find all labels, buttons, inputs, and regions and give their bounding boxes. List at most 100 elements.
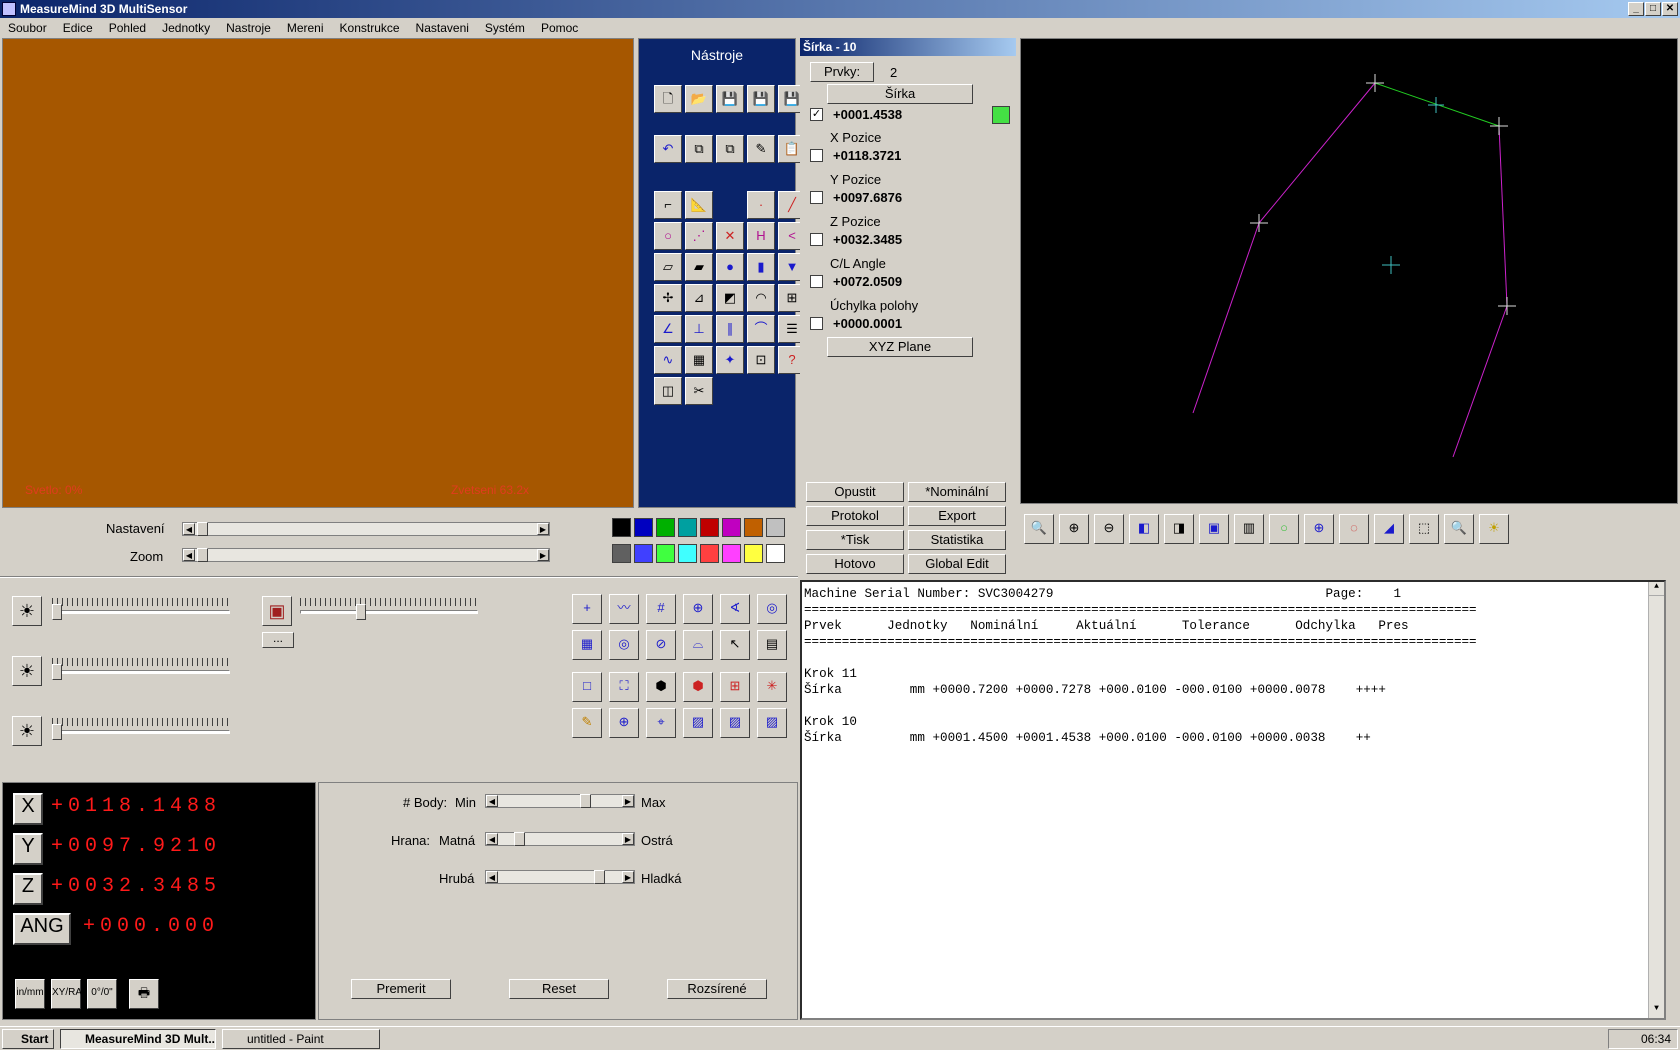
image-icon[interactable]: ▨ (683, 708, 713, 738)
angle-target-icon[interactable]: ∢ (720, 594, 750, 624)
wave-icon[interactable]: 〰 (609, 594, 639, 624)
back-light-icon[interactable]: ☀ (12, 716, 42, 746)
color-swatch[interactable] (744, 544, 763, 563)
color-swatch[interactable] (678, 544, 697, 563)
export-button[interactable]: Export (908, 506, 1006, 526)
triangle-ruler-icon[interactable]: ◢ (1374, 514, 1404, 544)
distance-icon[interactable]: ⋰ (685, 222, 713, 250)
color-swatch[interactable] (722, 544, 741, 563)
red-blob-icon[interactable]: ⬢ (683, 672, 713, 702)
coord-toggle-icon[interactable]: XY/RA (51, 979, 82, 1009)
x-axis-button[interactable]: X (13, 793, 43, 825)
body-slider[interactable]: ◀ ▶ (485, 794, 635, 808)
tisk-button[interactable]: *Tisk (806, 530, 904, 550)
rotate-plane-icon[interactable]: ◩ (716, 284, 744, 312)
perpendicular-icon[interactable]: ⊥ (685, 315, 713, 343)
statistika-button[interactable]: Statistika (908, 530, 1006, 550)
units-toggle-icon[interactable]: in/mm (15, 979, 45, 1009)
undo-icon[interactable]: ↶ (654, 135, 682, 163)
save-as-icon[interactable]: 💾 (747, 85, 775, 113)
color-map-icon[interactable]: ▥ (1234, 514, 1264, 544)
color-swatch[interactable] (678, 518, 697, 537)
circle-cross-icon[interactable]: ⊕ (683, 594, 713, 624)
camera-view[interactable]: Svetlo: 0% Zvetseni 63.2x (2, 38, 634, 508)
copy-feature-icon[interactable]: ⧉ (685, 135, 713, 163)
task-paint[interactable]: untitled - Paint (222, 1029, 380, 1049)
probe-icon[interactable]: ⌐ (654, 191, 682, 219)
parallel-icon[interactable]: ∥ (716, 315, 744, 343)
position-dev-checkbox[interactable] (810, 317, 823, 330)
global-edit-button[interactable]: Global Edit (908, 554, 1006, 574)
menu-pohled[interactable]: Pohled (101, 18, 154, 35)
profile-icon[interactable]: ◠ (747, 284, 775, 312)
point-icon[interactable]: · (747, 191, 775, 219)
scissors-icon[interactable]: ✂ (685, 377, 713, 405)
prvky-button[interactable]: Prvky: (810, 62, 874, 82)
new-file-icon[interactable]: 🗋 (654, 85, 682, 113)
concentric-icon[interactable]: ◎ (757, 594, 787, 624)
close-button[interactable]: ✕ (1662, 2, 1678, 16)
zoom-out-icon[interactable]: ⊖ (1094, 514, 1124, 544)
image-3-icon[interactable]: ▨ (757, 708, 787, 738)
graphic-view[interactable] (1020, 38, 1678, 504)
maximize-button[interactable]: □ (1645, 2, 1661, 16)
red-circle-icon[interactable]: ◌ (1339, 514, 1369, 544)
menu-pomoc[interactable]: Pomoc (533, 18, 586, 35)
premerit-button[interactable]: Premerit (351, 979, 451, 999)
task-measuremind[interactable]: MeasureMind 3D Mult... (60, 1029, 216, 1049)
opustit-button[interactable]: Opustit (806, 482, 904, 502)
zoom-in-icon[interactable]: ⊕ (1059, 514, 1089, 544)
print-icon[interactable]: 🖶 (129, 979, 159, 1009)
menu-edice[interactable]: Edice (55, 18, 101, 35)
frame-icon[interactable]: ⛶ (609, 672, 639, 702)
magnifier-icon[interactable]: 🔍 (1444, 514, 1474, 544)
box-icon[interactable]: ◫ (654, 377, 682, 405)
focus-icon[interactable]: ⌖ (646, 708, 676, 738)
open-folder-icon[interactable]: 📂 (685, 85, 713, 113)
reset-button[interactable]: Reset (509, 979, 609, 999)
align-icon[interactable]: ⊿ (685, 284, 713, 312)
color-swatch[interactable] (700, 544, 719, 563)
surface-slider[interactable]: ◀ ▶ (485, 870, 635, 884)
sphere-icon[interactable]: ● (716, 253, 744, 281)
y-pos-checkbox[interactable] (810, 191, 823, 204)
cl-angle-checkbox[interactable] (810, 275, 823, 288)
arc-icon[interactable]: ⌒ (747, 315, 775, 343)
xyz-plane-button[interactable]: XYZ Plane (827, 337, 973, 357)
feature-type-button[interactable]: Šírka (827, 84, 973, 104)
report-scrollbar[interactable]: ▲ ▼ (1648, 582, 1664, 1018)
midpoint-icon[interactable]: ✕ (716, 222, 744, 250)
menu-system[interactable]: Systém (477, 18, 533, 35)
curve-icon[interactable]: ∿ (654, 346, 682, 374)
edit-feature-icon[interactable]: ✎ (747, 135, 775, 163)
blob-icon[interactable]: ⬢ (646, 672, 676, 702)
color-swatch[interactable] (766, 518, 785, 537)
rozsirene-button[interactable]: Rozsírené (667, 979, 767, 999)
x-pos-checkbox[interactable] (810, 149, 823, 162)
zoom-fit-icon[interactable]: 🔍 (1024, 514, 1054, 544)
save-icon[interactable]: 💾 (716, 85, 744, 113)
top-light-icon[interactable]: ☀ (12, 656, 42, 686)
image-2-icon[interactable]: ▨ (720, 708, 750, 738)
color-swatch[interactable] (744, 518, 763, 537)
width-icon[interactable]: H (747, 222, 775, 250)
light-bulb-icon[interactable]: ☀ (1479, 514, 1509, 544)
circle-slash-icon[interactable]: ⊘ (646, 630, 676, 660)
more-button[interactable]: ... (262, 632, 294, 648)
color-swatch[interactable] (722, 518, 741, 537)
z-pos-checkbox[interactable] (810, 233, 823, 246)
nastaveni-slider[interactable]: ◀ ▶ (182, 522, 550, 536)
dome-icon[interactable]: ⌓ (683, 630, 713, 660)
lamp-slider-2[interactable] (52, 658, 230, 680)
color-swatch[interactable] (634, 518, 653, 537)
minimize-button[interactable]: _ (1628, 2, 1644, 16)
calculator-icon[interactable]: ▦ (685, 346, 713, 374)
y-axis-button[interactable]: Y (13, 833, 43, 865)
color-swatch[interactable] (634, 544, 653, 563)
menu-jednotky[interactable]: Jednotky (154, 18, 218, 35)
intersect-icon[interactable]: ✦ (716, 346, 744, 374)
hotovo-button[interactable]: Hotovo (806, 554, 904, 574)
ruler-icon[interactable]: 📐 (685, 191, 713, 219)
menu-soubor[interactable]: Soubor (0, 18, 55, 35)
duplicate-feature-icon[interactable]: ⧉ (716, 135, 744, 163)
